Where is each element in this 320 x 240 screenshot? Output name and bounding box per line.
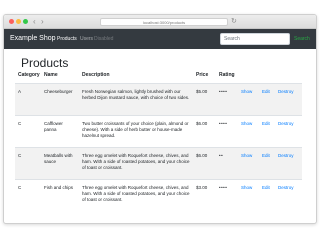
cell-price: $6.00 (193, 147, 216, 180)
back-arrow-icon[interactable]: ‹ (33, 17, 36, 27)
cell-description: Three egg omelet with Roquefort cheese, … (79, 147, 193, 180)
column-header-name: Name (41, 69, 79, 84)
cell-category: C (15, 115, 41, 148)
destroy-link[interactable]: Destroy (278, 89, 294, 94)
maximize-window-icon[interactable] (23, 19, 28, 24)
cell-destroy: Destroy (275, 115, 302, 148)
nav-link-products[interactable]: Products (57, 35, 77, 43)
cell-price: $3.00 (193, 179, 216, 212)
cell-description: Three egg omelet with Roquefort cheese, … (79, 179, 193, 212)
nav-link-disabled: Disabled (94, 36, 114, 42)
cell-show: Show (238, 147, 259, 180)
products-table: Category Name Description Price Rating A… (15, 69, 302, 212)
cell-rating: •••• (216, 179, 238, 212)
show-link[interactable]: Show (241, 185, 252, 190)
cell-show: Show (238, 115, 259, 148)
cell-rating: •••• (216, 115, 238, 148)
show-link[interactable]: Show (241, 121, 252, 126)
brand-link[interactable]: Example Shop (10, 34, 56, 44)
app-navbar: Example Shop Products Users Disabled Sea… (4, 29, 316, 49)
cell-destroy: Destroy (275, 179, 302, 212)
column-header-rating: Rating (216, 69, 238, 84)
table-row: C Cafflower panna Two butter croissants … (15, 115, 302, 148)
destroy-link[interactable]: Destroy (278, 185, 294, 190)
forward-arrow-icon[interactable]: › (41, 17, 44, 27)
cell-category: C (15, 179, 41, 212)
cell-rating: •••• (216, 83, 238, 116)
cell-price: $5.00 (193, 83, 216, 116)
page-title: Products (21, 56, 69, 70)
column-header-description: Description (79, 69, 193, 84)
cell-edit: Edit (259, 115, 275, 148)
cell-name: Cafflower panna (41, 115, 79, 148)
destroy-link[interactable]: Destroy (278, 153, 294, 158)
edit-link[interactable]: Edit (262, 153, 270, 158)
cell-rating: •• (216, 147, 238, 180)
table-row: C Fish and chips Three egg omelet with R… (15, 179, 302, 212)
cell-destroy: Destroy (275, 147, 302, 180)
cell-description: Two butter croissants of your choice (pl… (79, 115, 193, 148)
table-row: C Meatballs with sauce Three egg omelet … (15, 147, 302, 180)
minimize-window-icon[interactable] (16, 19, 21, 24)
cell-edit: Edit (259, 179, 275, 212)
cell-edit: Edit (259, 83, 275, 116)
show-link[interactable]: Show (241, 153, 252, 158)
destroy-link[interactable]: Destroy (278, 121, 294, 126)
search-input[interactable] (220, 33, 290, 45)
table-row: A Cheeseburger Fresh Norwegian salmon, l… (15, 83, 302, 116)
close-window-icon[interactable] (9, 19, 14, 24)
edit-link[interactable]: Edit (262, 89, 270, 94)
show-link[interactable]: Show (241, 89, 252, 94)
address-bar[interactable]: localhost:3000/products (100, 18, 228, 26)
cell-name: Cheeseburger (41, 83, 79, 116)
cell-edit: Edit (259, 147, 275, 180)
cell-description: Fresh Norwegian salmon, lightly brushed … (79, 83, 193, 116)
reload-icon[interactable]: ↻ (231, 17, 237, 26)
cell-destroy: Destroy (275, 83, 302, 116)
table-header-row: Category Name Description Price Rating (15, 69, 302, 84)
edit-link[interactable]: Edit (262, 185, 270, 190)
cell-category: A (15, 83, 41, 116)
search-button[interactable]: Search (294, 33, 316, 45)
column-header-edit (259, 69, 275, 84)
column-header-category: Category (15, 69, 41, 84)
cell-name: Meatballs with sauce (41, 147, 79, 180)
cell-show: Show (238, 83, 259, 116)
cell-category: C (15, 147, 41, 180)
nav-link-users[interactable]: Users (80, 35, 93, 43)
column-header-price: Price (193, 69, 216, 84)
column-header-destroy (275, 69, 302, 84)
browser-titlebar: ‹ › localhost:3000/products ↻ (4, 15, 316, 29)
edit-link[interactable]: Edit (262, 121, 270, 126)
cell-price: $6.00 (193, 115, 216, 148)
column-header-show (238, 69, 259, 84)
cell-name: Fish and chips (41, 179, 79, 212)
cell-show: Show (238, 179, 259, 212)
